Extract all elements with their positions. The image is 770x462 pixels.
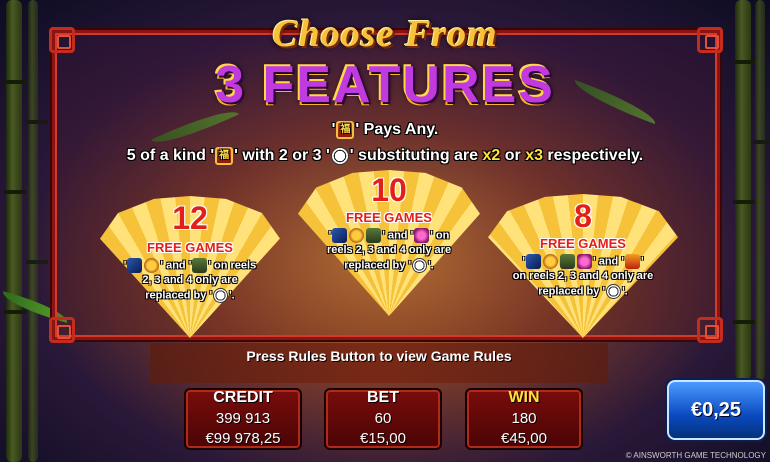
lotus-symbol-icon xyxy=(414,228,430,243)
feature-fan-10[interactable]: 10 FREE GAMES ' ' and ' ' on reels 2, 3 an… xyxy=(298,170,480,316)
credit-credits: 399 913 xyxy=(215,410,271,427)
with-text: ' with 2 or 3 ' xyxy=(234,147,330,165)
win-credits: 180 xyxy=(511,410,537,427)
free-games-count: 12 xyxy=(172,200,208,236)
win-amount: €45,00 xyxy=(501,430,547,447)
free-games-label: FREE GAMES xyxy=(346,210,432,225)
quote-mark: ' xyxy=(522,255,526,268)
game-screen: Choose From 3 FEATURES ' 福 ' Pays Any. 5 o… xyxy=(0,0,770,462)
denomination-button[interactable]: €0,25 xyxy=(667,380,765,440)
win-label: WIN xyxy=(508,389,540,406)
box-symbol-icon xyxy=(192,258,208,273)
quote-mark: ' xyxy=(328,229,332,242)
fu-symbol-icon: 福 xyxy=(336,121,355,139)
replaced-by-text: replaced by ' xyxy=(145,289,213,302)
reels-text: 2, 3 and 4 only are xyxy=(142,274,238,287)
bet-amount: €15,00 xyxy=(360,430,406,447)
and-text: ' and ' xyxy=(593,255,624,268)
feature-fan-8[interactable]: 8 FREE GAMES ' ' and ' ' on reels 2, 3 and… xyxy=(488,194,678,338)
multiplier-x2: x2 xyxy=(482,147,501,165)
five-of-kind-text: 5 of a kind ' xyxy=(126,147,215,165)
bet-label: BET xyxy=(367,389,399,406)
coin-symbol-icon xyxy=(144,258,160,273)
coin-symbol-icon xyxy=(543,254,559,269)
title-choose-from: Choose From xyxy=(272,13,498,55)
end-quote: '. xyxy=(428,259,434,272)
or-text: or xyxy=(500,147,526,165)
end-quote: '. xyxy=(622,285,628,298)
rules-message: Press Rules Button to view Game Rules xyxy=(246,348,512,364)
credit-label: CREDIT xyxy=(213,389,273,406)
multiplier-x3: x3 xyxy=(525,147,543,165)
quote-mark: ' xyxy=(123,259,127,272)
substituting-text: ' substituting are xyxy=(349,147,483,165)
free-games-count: 8 xyxy=(574,198,592,234)
feature-fan-12[interactable]: 12 FREE GAMES ' ' and ' ' on reels 2, 3 an… xyxy=(100,196,280,338)
feature-description: ' ' and ' ' on reels 2, 3 and 4 only are r… xyxy=(100,258,280,304)
and-text: ' and ' xyxy=(382,229,414,242)
and-text: ' and ' xyxy=(160,259,192,272)
panda-symbol-icon xyxy=(412,258,428,274)
blue-symbol-icon xyxy=(332,228,348,243)
end-quote: ' xyxy=(640,255,644,268)
blue-symbol-icon xyxy=(127,258,143,273)
panda-symbol-icon xyxy=(213,288,229,304)
feature-description: ' ' and ' ' on reels 2, 3 and 4 only are r… xyxy=(488,254,678,300)
pays-any-text: ' Pays Any. xyxy=(355,121,439,139)
coin-symbol-icon xyxy=(349,228,365,243)
reels-text: on reels 2, 3 and 4 only are xyxy=(512,270,654,283)
substitution-line: 5 of a kind ' 福 ' with 2 or 3 ' ' substitut… xyxy=(0,147,770,165)
bet-credits: 60 xyxy=(374,410,392,427)
feature-description: ' ' and ' ' on reels 2, 3 and 4 only are r… xyxy=(298,228,480,274)
reels-text: reels 2, 3 and 4 only are xyxy=(326,244,452,257)
replaced-by-text: replaced by ' xyxy=(538,285,606,298)
fu-symbol-icon: 福 xyxy=(215,147,234,165)
lotus-symbol-icon xyxy=(577,254,593,269)
credit-meter: CREDIT 399 913 €99 978,25 xyxy=(184,388,302,450)
box-symbol-icon xyxy=(366,228,382,243)
rules-message-bar: Press Rules Button to view Game Rules xyxy=(150,343,608,383)
replaced-by-text: replaced by ' xyxy=(344,259,412,272)
lantern-symbol-icon xyxy=(624,254,640,269)
on-reels-text: ' on reels xyxy=(208,259,257,272)
copyright-text: © AINSWORTH GAME TECHNOLOGY xyxy=(625,451,766,460)
box-symbol-icon xyxy=(560,254,576,269)
win-meter: WIN 180 €45,00 xyxy=(465,388,583,450)
credit-amount: €99 978,25 xyxy=(205,430,281,447)
free-games-label: FREE GAMES xyxy=(147,240,233,255)
end-quote: '. xyxy=(229,289,235,302)
pays-any-line: ' 福 ' Pays Any. xyxy=(0,121,770,139)
free-games-count: 10 xyxy=(371,172,407,208)
respectively-text: respectively. xyxy=(542,147,644,165)
panda-symbol-icon xyxy=(606,284,622,300)
bet-meter: BET 60 €15,00 xyxy=(324,388,442,450)
panda-symbol-icon xyxy=(330,147,349,165)
blue-symbol-icon xyxy=(526,254,542,269)
free-games-label: FREE GAMES xyxy=(540,236,626,251)
title-3-features: 3 FEATURES xyxy=(215,56,555,114)
quote-mark: ' xyxy=(331,121,336,139)
on-text: ' on xyxy=(430,229,450,242)
